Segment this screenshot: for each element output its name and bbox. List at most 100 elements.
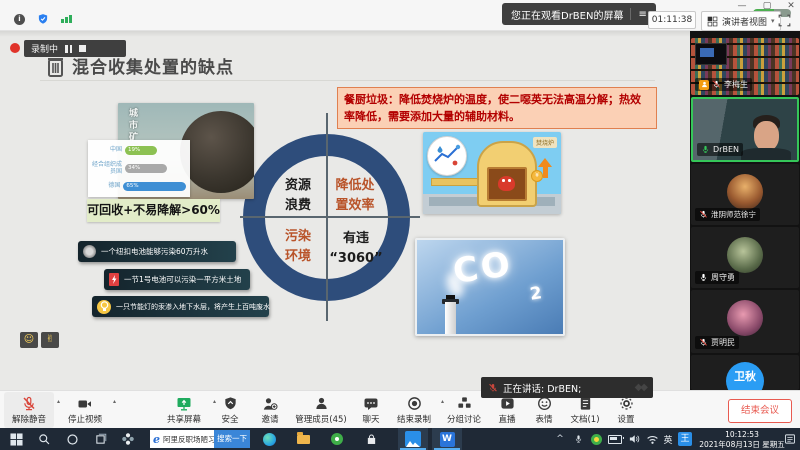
watching-screen-banner: 您正在观看DrBEN的屏幕 ≡: [502, 3, 656, 25]
recycle-rate-chart: 中国 19% 经合组织成员国 34% 德国 65%: [88, 140, 190, 197]
furnace-label: 焚烧炉: [533, 137, 557, 148]
coin-icon: ¥: [531, 170, 543, 182]
person-add-icon: [262, 396, 278, 412]
meeting-app-taskbar-icon[interactable]: [398, 428, 428, 450]
chart-row: 中国 19%: [92, 146, 186, 155]
cortana-icon[interactable]: [62, 428, 82, 450]
cost-up-arrow: ¥: [538, 158, 552, 188]
avatar: 卫秋: [726, 362, 764, 390]
button-battery-icon: [83, 245, 96, 258]
video-options-caret[interactable]: ▴: [113, 398, 116, 405]
recording-widget: 录制中: [24, 40, 126, 57]
meeting-status-icons: i: [14, 13, 72, 25]
layout-icon: [707, 16, 718, 27]
tray-language-indicator[interactable]: 英: [660, 428, 676, 450]
red-battery-icon: [109, 273, 119, 286]
mic-icon: [699, 272, 708, 283]
person-icon: [314, 396, 329, 412]
chart-bar-oecd: 34%: [125, 164, 167, 173]
shield-icon: [223, 396, 238, 412]
muted-mic-icon: [699, 337, 708, 348]
security-button[interactable]: 安全: [212, 392, 248, 428]
incinerator-cartoon: 焚烧炉 ¥: [423, 132, 561, 214]
participant-video-jiamingmin[interactable]: 贾明民: [691, 290, 799, 353]
meeting-timer: 01:11:38: [648, 11, 696, 29]
search-go-button[interactable]: 搜索一下: [214, 430, 250, 448]
task-view-icon[interactable]: [90, 428, 110, 450]
tray-antivirus-icon[interactable]: [588, 428, 604, 450]
participant-namebar: 淮阴师范徐宁: [695, 208, 760, 221]
store-icon[interactable]: [360, 428, 382, 450]
security-shield-icon[interactable]: [37, 13, 49, 25]
reaction-hand-icon[interactable]: ✌: [41, 332, 59, 348]
grid-blocks-icon: [457, 396, 472, 412]
recycle-banner: 可回收+不易降解>60%: [87, 199, 220, 222]
end-meeting-button[interactable]: 结束会议: [728, 399, 792, 423]
participant-video-zhoushouyong[interactable]: 周守勇: [691, 227, 799, 288]
participant-namebar: 贾明民: [695, 336, 739, 349]
banner-divider: [630, 8, 631, 20]
participant-video-xuning[interactable]: 淮阴师范徐宁: [691, 164, 799, 225]
chevron-down-icon: ▾: [771, 17, 775, 25]
cartoon-pipe: [431, 178, 481, 186]
view-mode-label: 演讲者视图: [722, 15, 767, 28]
file-explorer-icon[interactable]: [292, 428, 314, 450]
view-mode-button[interactable]: 演讲者视图 ▾: [701, 11, 781, 31]
meeting-info-icon[interactable]: i: [14, 14, 25, 25]
chat-bubble-icon: [363, 396, 379, 412]
edge-browser-icon[interactable]: [258, 428, 280, 450]
muted-mic-icon: [712, 79, 721, 90]
reaction-smiley-icon[interactable]: ☺: [20, 332, 38, 348]
share-screen-button[interactable]: 共享屏幕 ▴: [158, 392, 210, 428]
wps-taskbar-icon[interactable]: W: [432, 428, 462, 450]
windows-taskbar: e 阿里反职场陋习... 搜索一下 W ^: [0, 428, 800, 450]
fullscreen-button[interactable]: [778, 12, 791, 31]
chimney-top: [446, 295, 455, 299]
participant-video-drben[interactable]: DrBEN: [691, 97, 799, 162]
end-recording-button[interactable]: 结束录制 ▴: [390, 392, 438, 428]
start-button[interactable]: [6, 428, 26, 450]
participant-name: 淮阴师范徐宁: [711, 209, 756, 220]
chart-bar-germany: 65%: [123, 182, 186, 191]
pinwheel-app-icon[interactable]: [118, 428, 138, 450]
taskbar-search-box[interactable]: e 阿里反职场陋习... 搜索一下: [150, 430, 250, 448]
wps-w-icon: W: [440, 432, 455, 447]
participant-name: DrBEN: [713, 145, 739, 154]
taskbar-search-icon[interactable]: [34, 428, 54, 450]
browser-360-icon[interactable]: [326, 428, 348, 450]
banner-menu-icon[interactable]: ≡: [638, 9, 646, 20]
shoulders: [741, 148, 791, 160]
trash-sphere: [180, 111, 254, 193]
participant-namebar: 周守勇: [695, 271, 739, 284]
search-query-text: 阿里反职场陋习...: [163, 434, 214, 445]
muted-mic-icon: [488, 382, 498, 394]
manage-members-button[interactable]: 管理成员(45): [290, 392, 352, 428]
tray-expand-caret[interactable]: ^: [552, 428, 568, 450]
invite-button[interactable]: 邀请: [252, 392, 288, 428]
tray-battery-icon[interactable]: [606, 428, 624, 450]
participant-name: 李梅生: [724, 79, 748, 90]
clock-time: 10:12:53: [694, 430, 790, 440]
participant-name: 周守勇: [711, 272, 735, 283]
camera-icon: [77, 396, 93, 412]
stop-recording-icon[interactable]: [79, 45, 86, 52]
avatar: [727, 237, 763, 273]
share-screen-icon: [176, 396, 192, 412]
stop-video-button[interactable]: 停止视频 ▴: [60, 392, 110, 428]
participant-video-partial[interactable]: 卫秋: [691, 355, 799, 390]
tray-ime-badge[interactable]: 王: [676, 428, 694, 450]
tray-mic-icon[interactable]: [570, 428, 586, 450]
pause-recording-icon[interactable]: [65, 45, 72, 53]
chat-button[interactable]: 聊天: [354, 392, 388, 428]
title-underline: [40, 80, 655, 81]
taskbar-clock[interactable]: 10:12:53 2021年08月13日 星期五: [694, 430, 790, 450]
tray-speaker-icon[interactable]: [626, 428, 642, 450]
header-shadow: [0, 30, 690, 37]
chimney: [445, 302, 456, 334]
unmute-button[interactable]: 解除静音 ▴: [4, 392, 54, 428]
network-signal-icon[interactable]: [61, 15, 72, 23]
tray-wifi-icon[interactable]: [644, 428, 660, 450]
active-speaker-bar: 正在讲话: DrBEN; ◆◆: [481, 377, 653, 398]
notification-center-icon[interactable]: [782, 428, 798, 450]
participant-video-limeisheng[interactable]: 李梅生: [691, 38, 799, 95]
